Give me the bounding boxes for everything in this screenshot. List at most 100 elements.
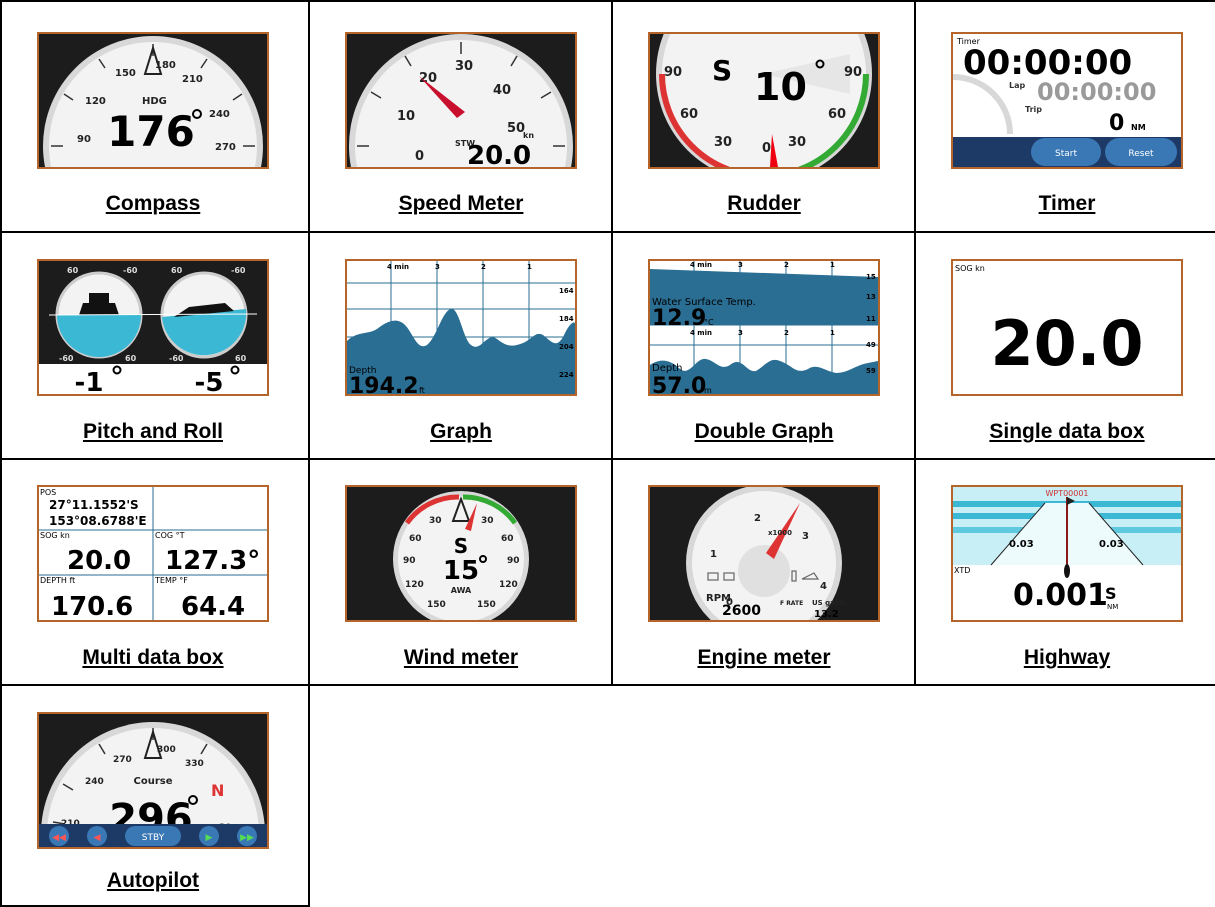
speed-tick: 10 xyxy=(397,109,415,124)
speed-meter-link[interactable]: Speed Meter xyxy=(310,192,612,216)
ap-tick: 240 xyxy=(85,777,104,787)
mdb-cog: 127.3° xyxy=(165,546,260,576)
rudder-tick: 0 xyxy=(762,141,771,156)
pr-tick: 60 xyxy=(67,266,79,275)
speed-tick: 40 xyxy=(493,83,511,98)
wind-value: 15 xyxy=(443,556,479,586)
autopilot-link[interactable]: Autopilot xyxy=(2,869,304,893)
rudder-tick: 30 xyxy=(714,135,732,150)
autopilot-cell: 300 270 330 240 210 30 Course 296 N ◀◀ ◀… xyxy=(2,686,308,905)
frate-label: F RATE xyxy=(780,600,803,607)
dg-ytick: 15 xyxy=(866,273,876,281)
pr-tick: -60 xyxy=(169,354,184,363)
xtd-direction: S xyxy=(1105,584,1117,603)
pitch-roll-link[interactable]: Pitch and Roll xyxy=(2,420,304,444)
engine-meter-link[interactable]: Engine meter xyxy=(613,646,915,670)
wind-tick: 150 xyxy=(477,600,496,610)
compass-tick: 120 xyxy=(85,96,106,107)
rudder-link[interactable]: Rudder xyxy=(613,192,915,216)
lap-label: Lap xyxy=(1009,81,1025,90)
highway-link[interactable]: Highway xyxy=(916,646,1215,670)
dg-xtick: 1 xyxy=(830,329,835,337)
svg-text:▶▶: ▶▶ xyxy=(240,832,254,842)
svg-text:◀: ◀ xyxy=(94,832,101,842)
awa-label: AWA xyxy=(451,586,472,595)
wind-tick: 30 xyxy=(429,516,442,526)
trip-value: 0 xyxy=(1109,111,1124,136)
single-data-box-thumbnail[interactable]: SOG kn 20.0 xyxy=(951,259,1183,396)
pr-tick: 60 xyxy=(125,354,137,363)
rudder-thumbnail[interactable]: 90 90 60 60 30 0 30 S 10 xyxy=(648,32,880,169)
mdb-temp: 64.4 xyxy=(181,592,245,620)
mdb-depth-label: DEPTH ft xyxy=(40,576,75,585)
rudder-tick: 30 xyxy=(788,135,806,150)
graph-thumbnail[interactable]: 4 min 3 2 1 164 184 204 224 Depth 194.2 … xyxy=(345,259,577,396)
reset-label: Reset xyxy=(1128,149,1154,159)
wind-tick: 120 xyxy=(499,580,518,590)
single-data-box-cell: SOG kn 20.0 Single data box xyxy=(916,233,1215,458)
graph-link[interactable]: Graph xyxy=(310,420,612,444)
double-graph-cell: 4 min 3 2 1 4 min 3 2 1 15 13 11 49 59 W… xyxy=(613,233,914,458)
engine-tick: 4 xyxy=(820,581,827,592)
roll-value: -5 xyxy=(195,368,224,394)
timer-main: 00:00:00 xyxy=(963,43,1132,83)
svg-text:◀◀: ◀◀ xyxy=(52,832,66,842)
timer-thumbnail[interactable]: Timer 00:00:00 Lap 00:00:00 Trip 0 NM St… xyxy=(951,32,1183,169)
dg-top-value: 12.9 xyxy=(652,306,706,331)
svg-text:▶: ▶ xyxy=(206,832,213,842)
wind-meter-thumbnail[interactable]: 30 30 60 60 90 90 120 120 150 150 S 15 A… xyxy=(345,485,577,622)
autopilot-thumbnail[interactable]: 300 270 330 240 210 30 Course 296 N ◀◀ ◀… xyxy=(37,712,269,849)
wind-meter-link[interactable]: Wind meter xyxy=(310,646,612,670)
pr-tick: -60 xyxy=(59,354,74,363)
compass-thumbnail[interactable]: 150 180 210 120 240 90 270 HDG 176 xyxy=(37,32,269,169)
wind-tick: 30 xyxy=(481,516,494,526)
stby-label: STBY xyxy=(142,833,165,843)
highway-wpt: WPT00001 xyxy=(1045,489,1088,498)
wind-meter-cell: 30 30 60 60 90 90 120 120 150 150 S 15 A… xyxy=(310,460,611,684)
engine-tick: 3 xyxy=(802,531,809,542)
multi-data-box-thumbnail[interactable]: POS 27°11.1552'S 153°08.6788'E SOG kn 20… xyxy=(37,485,269,622)
wind-tick: 90 xyxy=(403,556,416,566)
double-graph-link[interactable]: Double Graph xyxy=(613,420,915,444)
pitch-roll-thumbnail[interactable]: 60 -60 60 -60 -60 60 -60 60 -1 -5 xyxy=(37,259,269,396)
dg-xtick: 4 min xyxy=(690,261,712,269)
rudder-cell: 90 90 60 60 30 0 30 S 10 Rudder xyxy=(613,2,914,231)
frate-unit: US gal/h xyxy=(812,599,845,607)
graph-ytick: 204 xyxy=(559,343,574,351)
engine-tick: 1 xyxy=(710,549,717,560)
compass-link[interactable]: Compass xyxy=(2,192,304,216)
timer-link[interactable]: Timer xyxy=(916,192,1215,216)
highway-thumbnail[interactable]: WPT00001 0.03 0.03 XTD 0.001 S NM xyxy=(951,485,1183,622)
dg-ytick: 13 xyxy=(866,293,876,301)
pitch-roll-cell: 60 -60 60 -60 -60 60 -60 60 -1 -5 Pitch … xyxy=(2,233,308,458)
graph-value: 194.2 xyxy=(349,374,419,394)
xtd-label: XTD xyxy=(954,566,970,575)
graph-unit: ft xyxy=(419,386,425,394)
pr-tick: -60 xyxy=(123,266,138,275)
trip-unit: NM xyxy=(1131,123,1146,132)
dg-xtick: 1 xyxy=(830,261,835,269)
graph-xtick: 3 xyxy=(435,263,440,271)
double-graph-thumbnail[interactable]: 4 min 3 2 1 4 min 3 2 1 15 13 11 49 59 W… xyxy=(648,259,880,396)
dg-ytick: 59 xyxy=(866,367,876,375)
graph-ytick: 224 xyxy=(559,371,574,379)
engine-meter-thumbnail[interactable]: 2 x1000 3 1 4 0 RPM 2600 F RATE US gal/h… xyxy=(648,485,880,622)
compass-tick: 90 xyxy=(77,134,91,145)
dg-bottom-unit: m xyxy=(704,386,712,394)
multi-data-box-link[interactable]: Multi data box xyxy=(2,646,304,670)
dg-xtick: 2 xyxy=(784,261,789,269)
single-data-box-link[interactable]: Single data box xyxy=(916,420,1215,444)
ap-tick: 300 xyxy=(157,745,176,755)
rudder-direction: S xyxy=(712,54,732,87)
speed-unit: kn xyxy=(523,131,534,140)
compass-cell: 150 180 210 120 240 90 270 HDG 176 Compa… xyxy=(2,2,308,231)
compass-tick: 270 xyxy=(215,142,236,153)
highway-right: 0.03 xyxy=(1099,539,1124,550)
graph-cell: 4 min 3 2 1 164 184 204 224 Depth 194.2 … xyxy=(310,233,611,458)
north-marker: N xyxy=(211,781,224,800)
compass-value: 176 xyxy=(107,107,195,156)
graph-xtick: 4 min xyxy=(387,263,409,271)
speed-meter-thumbnail[interactable]: 30 20 40 10 50 0 STW kn 20.0 xyxy=(345,32,577,169)
rpm-value: 2600 xyxy=(722,603,761,619)
speed-value: 20.0 xyxy=(467,141,531,167)
